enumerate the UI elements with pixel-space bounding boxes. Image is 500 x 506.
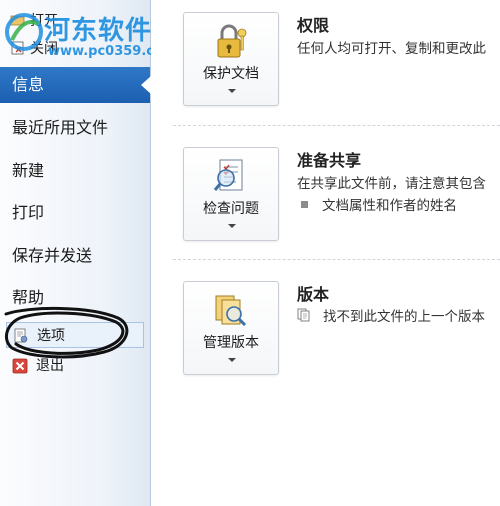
check-issues-button[interactable]: 检查问题 — [183, 147, 279, 241]
chevron-down-icon — [228, 224, 236, 228]
manage-versions-button[interactable]: 管理版本 — [183, 281, 279, 375]
prepare-sharing-description: 在共享此文件前，请注意其包含 — [297, 176, 486, 192]
nav-item-label: 新建 — [12, 161, 45, 180]
bullet-text: 找不到此文件的上一个版本 — [323, 309, 485, 325]
options-menu-item[interactable]: 选项 — [6, 322, 144, 348]
protect-document-label: 保护文档 — [203, 66, 259, 82]
nav-item-label: 保存并发送 — [12, 246, 93, 265]
watermark-logo-icon — [5, 13, 43, 51]
nav-item-help[interactable]: 帮助 — [0, 280, 150, 316]
nav-item-info[interactable]: 信息 — [0, 67, 151, 103]
exit-menu-item[interactable]: 退出 — [6, 353, 144, 379]
chevron-down-icon — [228, 89, 236, 93]
nav-item-print[interactable]: 打印 — [0, 195, 150, 231]
permissions-description: 任何人均可打开、复制和更改此 — [297, 41, 486, 57]
options-icon — [14, 328, 28, 343]
nav-item-save-send[interactable]: 保存并发送 — [0, 238, 150, 274]
backstage-sidebar: 打开 关闭 信息 最近所用文件 新建 打印 保存并发送 帮助 选项 退出 — [0, 0, 151, 506]
options-label: 选项 — [37, 328, 65, 344]
versions-title: 版本 — [297, 285, 330, 304]
bullet-text: 文档属性和作者的姓名 — [322, 198, 457, 214]
nav-item-recent[interactable]: 最近所用文件 — [0, 110, 150, 146]
lock-keys-icon — [217, 24, 247, 58]
manage-versions-icon — [215, 295, 247, 327]
chevron-down-icon — [228, 358, 236, 362]
versions-bullet: 找不到此文件的上一个版本 — [297, 305, 485, 325]
section-divider — [173, 125, 500, 126]
nav-item-label: 帮助 — [12, 288, 45, 307]
check-document-icon — [213, 159, 243, 191]
check-issues-label: 检查问题 — [203, 201, 259, 217]
exit-icon — [12, 358, 28, 374]
nav-item-new[interactable]: 新建 — [0, 153, 150, 189]
info-pane: 保护文档 权限 任何人均可打开、复制和更改此 检查问题 准备共享 在共享此文件前… — [151, 0, 500, 506]
document-versions-icon — [297, 308, 310, 322]
watermark-url: www.pc0359.cn — [48, 44, 164, 59]
exit-label: 退出 — [36, 358, 64, 374]
nav-item-label: 最近所用文件 — [12, 118, 109, 137]
manage-versions-label: 管理版本 — [203, 335, 259, 351]
permissions-title: 权限 — [297, 16, 330, 35]
prepare-sharing-title: 准备共享 — [297, 151, 362, 170]
section-divider — [173, 259, 500, 260]
bullet-square-icon — [301, 200, 308, 208]
prepare-sharing-bullet: 文档属性和作者的姓名 — [297, 194, 457, 214]
nav-item-label: 打印 — [12, 203, 45, 222]
protect-document-button[interactable]: 保护文档 — [183, 12, 279, 106]
nav-item-label: 信息 — [12, 75, 45, 94]
